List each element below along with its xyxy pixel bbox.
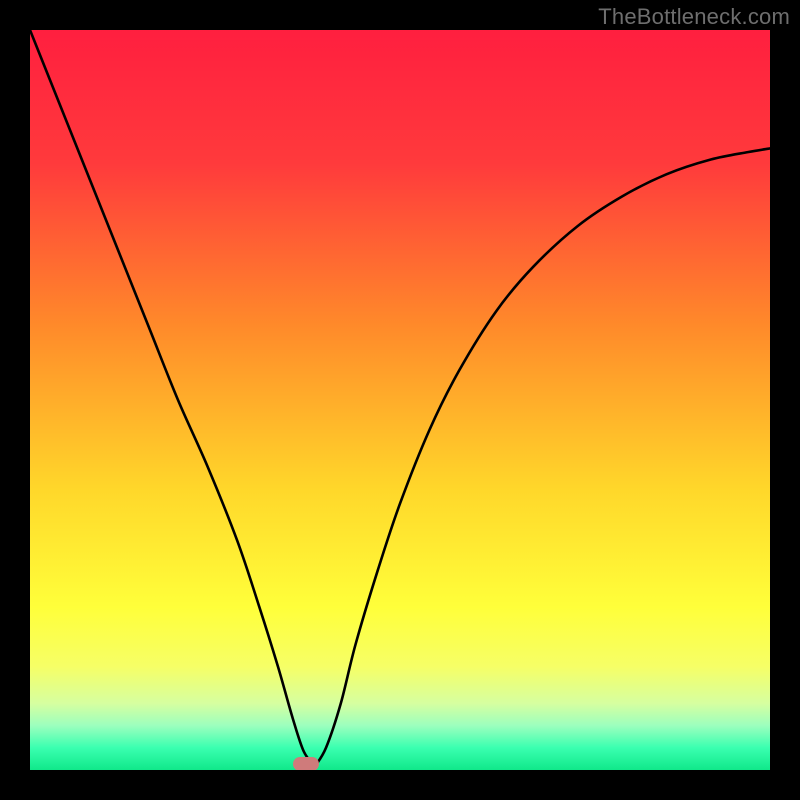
optimal-marker — [293, 757, 319, 770]
chart-frame: TheBottleneck.com — [0, 0, 800, 800]
bottleneck-curve — [30, 30, 770, 770]
plot-area — [30, 30, 770, 770]
watermark-text: TheBottleneck.com — [598, 4, 790, 30]
